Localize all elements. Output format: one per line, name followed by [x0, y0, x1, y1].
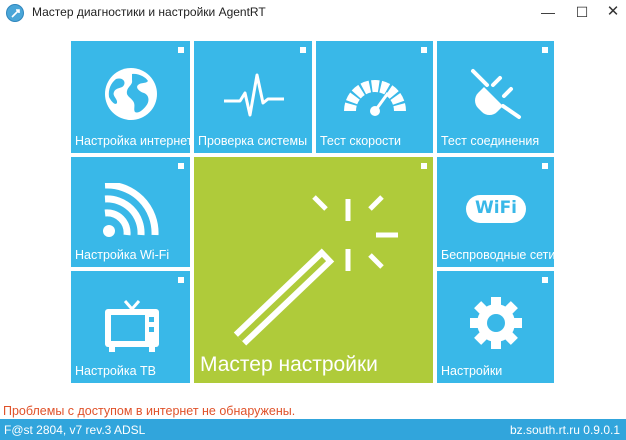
tile-setup-wizard[interactable]: Мастер настройки [194, 157, 433, 383]
wifi-icon [103, 183, 159, 237]
tile-system-check[interactable]: Проверка системы [194, 41, 312, 153]
tile-corner-marker [542, 163, 548, 169]
tile-label: Проверка системы [198, 134, 308, 148]
close-button[interactable]: ✕ [598, 2, 626, 22]
tile-label: Мастер настройки [200, 353, 378, 376]
tile-corner-marker [300, 47, 306, 53]
app-logo-icon [6, 4, 24, 22]
tile-label: Настройка ТВ [75, 364, 156, 378]
tile-speed-test[interactable]: Тест скорости [316, 41, 433, 153]
wifi-badge-icon: WiFi [466, 195, 526, 223]
tile-settings[interactable]: Настройки [437, 271, 554, 383]
tile-label: Тест скорости [320, 134, 402, 148]
tile-corner-marker [178, 277, 184, 283]
tile-corner-marker [542, 277, 548, 283]
maximize-button[interactable]: ☐ [567, 2, 597, 22]
tile-internet-setup[interactable]: Настройка интернет [71, 41, 190, 153]
tile-corner-marker [542, 47, 548, 53]
device-info: F@st 2804, v7 rev.3 ADSL [4, 423, 146, 437]
status-message: Проблемы с доступом в интернет не обнару… [3, 404, 296, 418]
plug-icon [471, 69, 521, 119]
title-bar: Мастер диагностики и настройки AgentRT —… [0, 0, 626, 26]
tile-label: Настройка интернет [75, 134, 190, 148]
tile-corner-marker [421, 163, 427, 169]
globe-icon [105, 68, 157, 120]
tile-tv-setup[interactable]: Настройка ТВ [71, 271, 190, 383]
window-title: Мастер диагностики и настройки AgentRT [32, 5, 266, 19]
pulse-icon [224, 73, 284, 117]
speedometer-icon [344, 80, 406, 116]
tile-label: Беспроводные сети [441, 248, 554, 262]
status-bar: F@st 2804, v7 rev.3 ADSL bz.south.rt.ru … [0, 419, 626, 440]
tile-label: Настройки [441, 364, 503, 378]
tv-icon [105, 300, 159, 352]
tile-wifi-setup[interactable]: Настройка Wi-Fi [71, 157, 190, 267]
tile-label: Тест соединения [441, 134, 540, 148]
tile-corner-marker [178, 47, 184, 53]
tile-connection-test[interactable]: Тест соединения [437, 41, 554, 153]
server-version-info: bz.south.rt.ru 0.9.0.1 [509, 423, 620, 437]
wifi-badge-text: WiFi [474, 198, 518, 218]
tile-wireless-networks[interactable]: WiFi Беспроводные сети [437, 157, 554, 267]
gear-icon [470, 297, 522, 349]
tile-corner-marker [178, 163, 184, 169]
minimize-button[interactable]: — [533, 2, 563, 22]
tile-label: Настройка Wi-Fi [75, 248, 170, 262]
magic-wand-icon [233, 195, 398, 346]
tile-corner-marker [421, 47, 427, 53]
